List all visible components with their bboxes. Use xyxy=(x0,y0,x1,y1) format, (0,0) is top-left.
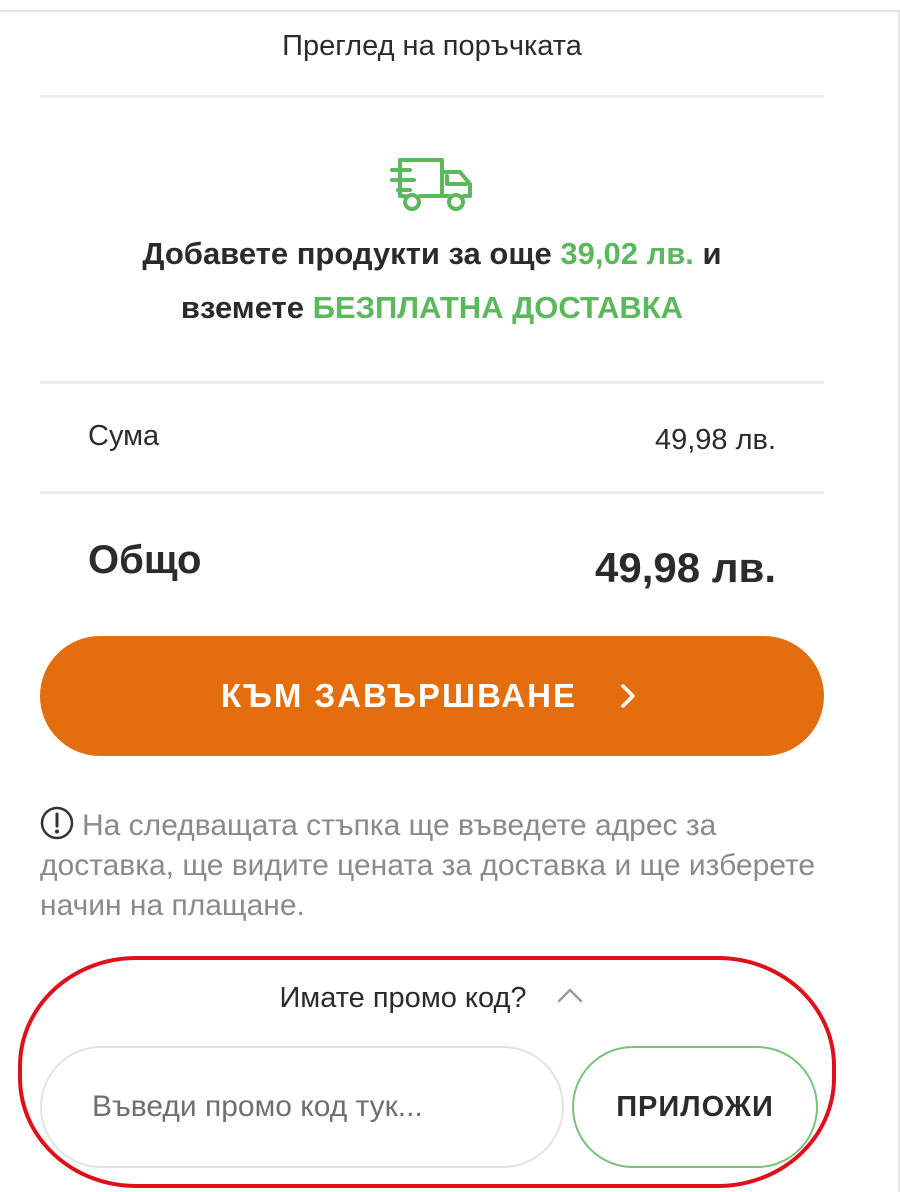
notice-text: На следващата стъпка ще въведете адрес з… xyxy=(40,809,816,922)
promo-code-input[interactable] xyxy=(40,1046,564,1168)
free-delivery-label: БЕЗПЛАТНА ДОСТАВКА xyxy=(312,290,684,325)
checkout-button[interactable]: КЪМ ЗАВЪРШВАНЕ xyxy=(40,636,824,756)
panel-title: Преглед на поръчката xyxy=(282,30,582,62)
free-shipping-line-2: вземете БЕЗПЛАТНА ДОСТАВКА xyxy=(40,290,824,326)
chevron-up-icon xyxy=(557,988,582,1003)
total-label: Общо xyxy=(88,538,202,582)
divider xyxy=(40,381,824,384)
checkout-button-label: КЪМ ЗАВЪРШВАНЕ xyxy=(221,677,577,714)
checkout-notice: На следващата стъпка ще въведете адрес з… xyxy=(40,806,824,926)
order-summary-panel: Преглед на поръчката Добавете продукти з… xyxy=(0,0,900,1192)
sum-label: Сума xyxy=(88,420,160,452)
free-shipping-text-2: вземете xyxy=(180,290,313,325)
divider xyxy=(40,491,824,494)
apply-promo-button[interactable]: ПРИЛОЖИ xyxy=(572,1046,818,1168)
free-shipping-text: Добавете продукти за още xyxy=(142,236,561,271)
divider xyxy=(40,95,824,98)
total-value: 49,98 лв. xyxy=(595,544,776,591)
delivery-truck-icon xyxy=(390,158,472,211)
top-border xyxy=(0,10,900,12)
promo-code-toggle[interactable]: Имате промо код? xyxy=(40,982,824,1015)
free-shipping-text-suffix: и xyxy=(693,236,722,271)
sum-value: 49,98 лв. xyxy=(654,424,776,456)
amount-left: 39,02 лв. xyxy=(560,236,694,271)
info-icon xyxy=(40,806,74,840)
free-shipping-line-1: Добавете продукти за още 39,02 лв. и xyxy=(40,236,824,272)
chevron-right-icon xyxy=(621,684,635,708)
promo-code-toggle-label: Имате промо код? xyxy=(279,982,527,1014)
